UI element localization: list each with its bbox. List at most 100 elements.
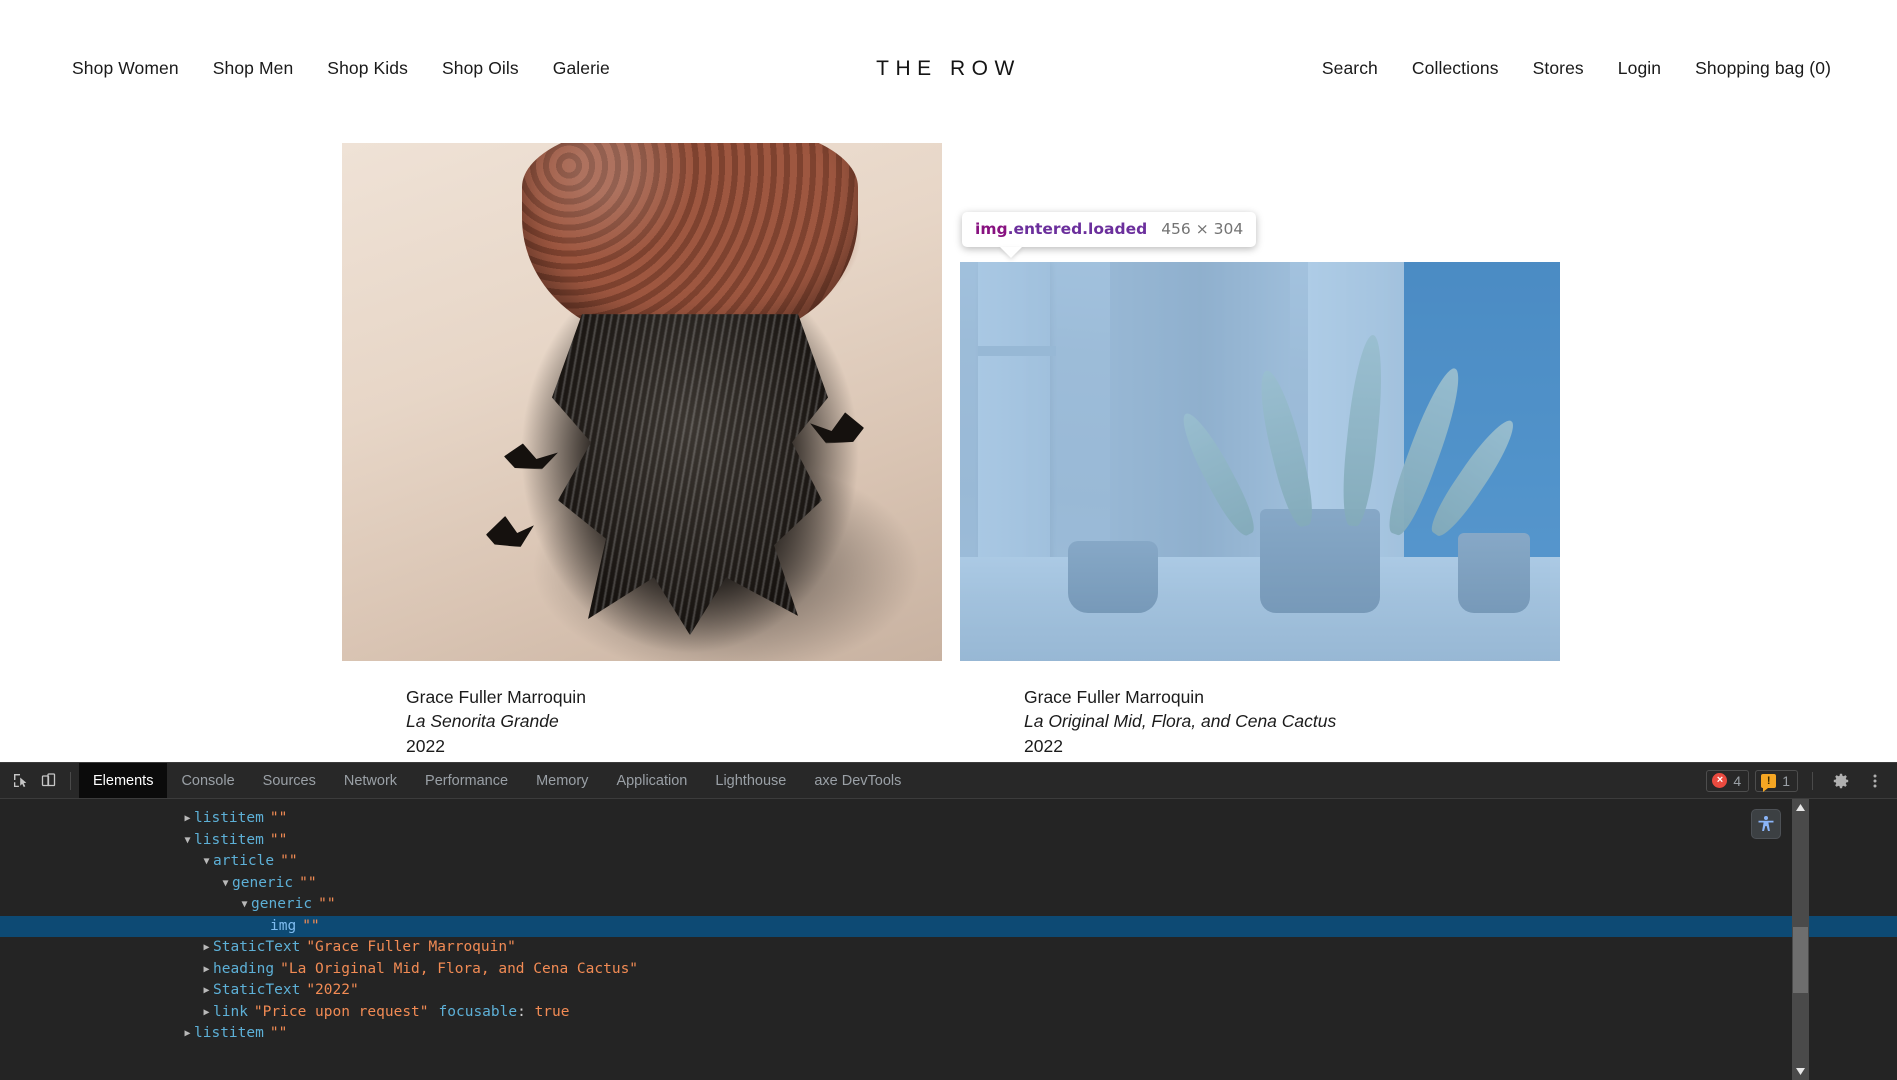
ax-tree-row[interactable]: ▶ listitem "" [0,808,1897,830]
ax-property-value: true [534,1003,570,1020]
chevron-down-icon[interactable]: ▼ [238,894,251,916]
devtools-toolbar-right: × 4 ! 1 [1706,763,1889,798]
tooltip-dimensions: 456 × 304 [1161,220,1244,238]
error-count: 4 [1733,772,1742,789]
nav-link-stores[interactable]: Stores [1533,59,1584,78]
artwork-pot-right [1458,533,1530,614]
ax-tree-row[interactable]: ▶ StaticText "Grace Fuller Marroquin" [0,937,1897,959]
nav-link-shop-oils[interactable]: Shop Oils [442,59,519,78]
ax-node-role: article [213,853,275,869]
chevron-right-icon: ▶ [257,916,270,938]
scroll-up-arrow-icon[interactable] [1792,799,1809,816]
ax-node-role: generic [251,896,313,912]
tab-sources[interactable]: Sources [249,763,330,798]
ax-node-role: link [213,1003,248,1020]
tooltip-tag-classes: .entered.loaded [1007,220,1148,238]
tooltip-arrow-icon [1000,247,1022,258]
product-image-2[interactable] [960,262,1560,661]
tab-console[interactable]: Console [167,763,248,798]
chevron-right-icon[interactable]: ▶ [200,980,213,1002]
tab-elements[interactable]: Elements [79,763,168,798]
ax-node-value: "" [269,810,288,826]
chevron-down-icon[interactable]: ▼ [200,851,213,873]
warning-count-badge[interactable]: ! 1 [1755,769,1798,792]
tab-lighthouse[interactable]: Lighthouse [701,763,800,798]
ax-tree-row[interactable]: ▼ article "" [0,851,1897,873]
nav-link-galerie[interactable]: Galerie [553,59,610,78]
nav-link-login[interactable]: Login [1618,59,1661,78]
ax-node-property: focusable [438,1003,518,1020]
product-title: La Original Mid, Flora, and Cena Cactus [1024,711,1337,732]
ax-node-value: "2022" [306,982,359,998]
ax-tree-row[interactable]: ▶ link "Price upon request" focusable: true [0,1002,1897,1024]
toolbar-divider [1812,771,1813,790]
ax-tree-row[interactable]: ▶img "" [0,915,1897,938]
ax-node-role: img [270,917,297,934]
chevron-down-icon[interactable]: ▼ [219,873,232,895]
chevron-right-icon[interactable]: ▶ [181,808,194,830]
product-year: 2022 [1024,735,1063,756]
ax-node-value: "" [299,874,317,891]
accessibility-person-icon[interactable] [1751,809,1781,839]
product-caption: Grace Fuller Marroquin La Original Mid, … [960,687,1560,757]
product-image-1[interactable] [342,143,942,661]
artwork-black-base [552,313,828,636]
more-options-icon[interactable] [1861,768,1889,794]
scroll-down-arrow-icon[interactable] [1792,1063,1809,1080]
utility-navigation: Search Collections Stores Login Shopping… [1322,59,1831,78]
ax-node-value: "" [269,831,288,848]
tab-memory[interactable]: Memory [522,763,602,798]
nav-link-shop-kids[interactable]: Shop Kids [327,59,408,78]
tab-performance[interactable]: Performance [411,763,522,798]
nav-link-collections[interactable]: Collections [1412,59,1499,78]
ax-node-role: heading [213,960,275,977]
product-caption: Grace Fuller Marroquin La Senorita Grand… [342,687,942,757]
artwork-crochet-dome [522,143,858,340]
chevron-down-icon[interactable]: ▼ [181,830,194,852]
inspect-element-icon[interactable] [6,768,34,794]
tab-application[interactable]: Application [602,763,701,798]
product-title: La Senorita Grande [406,711,559,732]
scrollbar-thumb[interactable] [1793,927,1808,993]
ax-node-role: listitem [194,1025,264,1041]
device-toolbar-icon[interactable] [34,768,62,794]
chevron-right-icon[interactable]: ▶ [181,1023,194,1045]
artwork-pot-center [1260,509,1380,614]
artwork-window-sill [978,345,1056,356]
ax-tree-row[interactable]: ▼ generic "" [0,894,1897,916]
ax-tree-row[interactable]: ▶ heading "La Original Mid, Flora, and Cen… [0,959,1897,981]
ax-tree-row[interactable]: ▼ generic "" [0,873,1897,895]
site-header: Shop Women Shop Men Shop Kids Shop Oils … [0,0,1897,120]
devtools-bottom-bar [0,1063,1897,1080]
chevron-right-icon[interactable]: ▶ [200,1002,213,1024]
ax-node-value: "" [280,853,298,869]
product-artist: Grace Fuller Marroquin [406,687,586,707]
chevron-right-icon[interactable]: ▶ [200,959,213,981]
ax-tree-row[interactable]: ▶ StaticText "2022" [0,980,1897,1002]
ax-tree-row[interactable]: ▼ listitem "" [0,830,1897,852]
devtools-tab-list: Elements Console Sources Network Perform… [79,763,915,798]
site-logo[interactable]: THE ROW [876,58,1021,79]
ax-node-value: "" [318,896,336,912]
ax-property-separator: : [517,1003,535,1020]
nav-link-shop-men[interactable]: Shop Men [213,59,294,78]
accessibility-tree[interactable]: ▶ listitem "" ▼ listitem "" ▼ article "" ▼ generic… [0,799,1897,1080]
ax-tree-scrollbar[interactable] [1792,799,1809,1080]
devtools-toolbar: Elements Console Sources Network Perform… [0,763,1897,799]
chevron-right-icon[interactable]: ▶ [200,937,213,959]
error-count-badge[interactable]: × 4 [1706,769,1750,792]
nav-link-shopping-bag[interactable]: Shopping bag (0) [1695,59,1831,78]
nav-link-search[interactable]: Search [1322,59,1378,78]
element-inspector-tooltip: img.entered.loaded 456 × 304 [962,212,1257,258]
devtools-panel: Elements Console Sources Network Perform… [0,762,1897,1080]
gear-icon[interactable] [1827,768,1855,794]
product-card[interactable]: Grace Fuller Marroquin La Senorita Grand… [342,143,942,757]
tooltip-selector: img.entered.loaded [975,220,1147,238]
artwork-spike [810,412,864,444]
artwork-pot-left [1068,541,1158,614]
tab-network[interactable]: Network [330,763,411,798]
product-card[interactable]: Grace Fuller Marroquin La Original Mid, … [960,262,1560,757]
nav-link-shop-women[interactable]: Shop Women [72,59,179,78]
ax-tree-row[interactable]: ▶ listitem "" [0,1023,1897,1045]
tab-axe-devtools[interactable]: axe DevTools [800,763,915,798]
